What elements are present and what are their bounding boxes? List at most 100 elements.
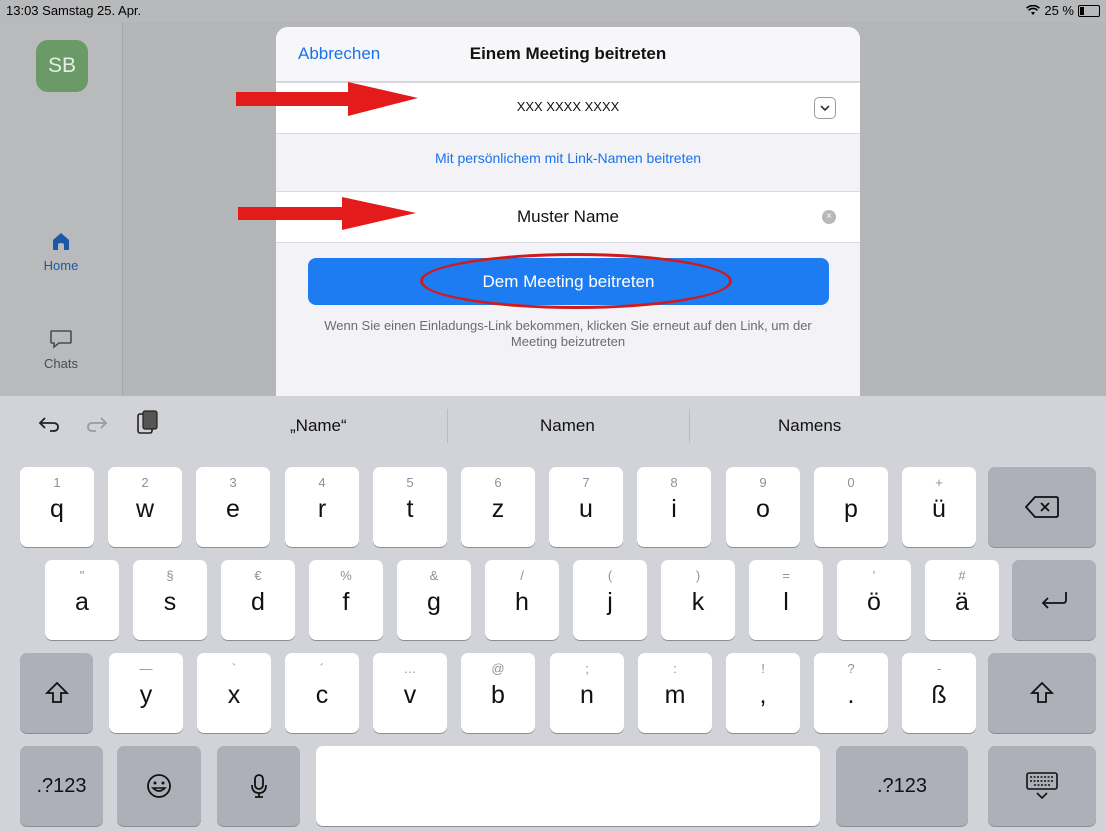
key-primary-label: ö bbox=[867, 588, 881, 616]
status-time-date: 13:03 Samstag 25. Apr. bbox=[6, 3, 142, 18]
sidebar-item-home[interactable]: Home bbox=[0, 230, 122, 273]
keyboard-dismiss-icon bbox=[1026, 772, 1058, 800]
key-row2-2[interactable]: € d bbox=[221, 560, 295, 640]
annotation-arrow-meeting-id bbox=[236, 82, 418, 116]
key-secondary-label: — bbox=[139, 661, 153, 676]
key-row3-6[interactable]: :m bbox=[638, 653, 712, 733]
paste-icon[interactable] bbox=[134, 410, 158, 436]
key-row1-4[interactable]: 5t bbox=[373, 467, 447, 547]
suggestion-divider bbox=[447, 409, 448, 443]
key-row3-7[interactable]: !, bbox=[726, 653, 800, 733]
numbers-key-right[interactable]: .?123 bbox=[836, 746, 968, 826]
key-primary-label: w bbox=[135, 495, 155, 523]
meeting-history-dropdown[interactable] bbox=[814, 97, 836, 119]
key-primary-label: ü bbox=[932, 495, 946, 523]
key-primary-label: ß bbox=[931, 681, 947, 709]
annotation-arrow-name bbox=[238, 197, 416, 230]
key-row3-9[interactable]: -ß bbox=[902, 653, 976, 733]
key-row2-1[interactable]: § s bbox=[133, 560, 207, 640]
key-secondary-label: ´ bbox=[319, 661, 325, 676]
key-row3-0[interactable]: — y bbox=[109, 653, 183, 733]
key-primary-label: o bbox=[756, 495, 770, 523]
key-row2-3[interactable]: % f bbox=[309, 560, 383, 640]
key-primary-label: q bbox=[50, 495, 64, 523]
dialog-title: Einem Meeting beitreten bbox=[469, 44, 667, 63]
key-row3-4[interactable]: @ b bbox=[461, 653, 535, 733]
numbers-key-left[interactable]: .?123 bbox=[20, 746, 103, 826]
key-primary-label: j bbox=[607, 588, 613, 616]
key-secondary-label: 8 bbox=[670, 475, 678, 490]
key-row2-4[interactable]: & g bbox=[397, 560, 471, 640]
key-secondary-label: ( bbox=[607, 568, 613, 583]
key-row2-5[interactable]: / h bbox=[485, 560, 559, 640]
key-row2-8[interactable]: = l bbox=[749, 560, 823, 640]
key-row2-0[interactable]: " a bbox=[45, 560, 119, 640]
space-key[interactable] bbox=[316, 746, 820, 826]
suggestion-1[interactable]: „Name“ bbox=[290, 416, 347, 436]
annotation-ellipse-join bbox=[420, 253, 732, 309]
return-key[interactable] bbox=[1012, 560, 1096, 640]
shift-icon bbox=[44, 681, 69, 703]
home-icon bbox=[53, 233, 69, 250]
key-secondary-label: ) bbox=[695, 568, 701, 583]
key-row3-5[interactable]: ; n bbox=[550, 653, 624, 733]
suggestion-divider bbox=[689, 409, 690, 443]
hide-keyboard-key[interactable] bbox=[988, 746, 1096, 826]
dictation-key[interactable] bbox=[217, 746, 300, 826]
key-primary-label: u bbox=[579, 495, 593, 523]
battery-icon bbox=[1078, 4, 1100, 17]
sidebar-item-chats[interactable]: Chats bbox=[0, 328, 122, 371]
backspace-icon bbox=[1025, 496, 1059, 518]
key-row2-9[interactable]: ’ ö bbox=[837, 560, 911, 640]
key-secondary-label: " bbox=[79, 568, 85, 583]
key-primary-label: c bbox=[315, 681, 329, 709]
avatar[interactable]: SB bbox=[36, 40, 88, 92]
key-row1-7[interactable]: 8i bbox=[637, 467, 711, 547]
key-primary-label: ä bbox=[955, 588, 969, 616]
key-row2-6[interactable]: (j bbox=[573, 560, 647, 640]
key-secondary-label: / bbox=[520, 568, 524, 583]
personal-link-name-link[interactable]: Mit persönlichem mit Link-Namen beitrete… bbox=[276, 150, 860, 166]
key-secondary-label: = bbox=[782, 568, 790, 583]
key-row1-9[interactable]: 0p bbox=[814, 467, 888, 547]
key-primary-label: z bbox=[491, 495, 505, 523]
clear-icon[interactable]: × bbox=[822, 210, 836, 224]
key-primary-label: r bbox=[317, 495, 327, 523]
wifi-icon bbox=[1026, 5, 1041, 15]
key-primary-label: f bbox=[342, 588, 350, 616]
key-row3-8[interactable]: ?. bbox=[814, 653, 888, 733]
key-secondary-label: ’ bbox=[872, 568, 876, 583]
invite-link-hint: Wenn Sie einen Einladungs-Link bekommen,… bbox=[324, 318, 812, 349]
key-row1-2[interactable]: 3e bbox=[196, 467, 270, 547]
emoji-key[interactable] bbox=[117, 746, 201, 826]
key-primary-label: k bbox=[691, 588, 705, 616]
key-row2-7[interactable]: ) k bbox=[661, 560, 735, 640]
key-secondary-label: 6 bbox=[494, 475, 502, 490]
backspace-key[interactable] bbox=[988, 467, 1096, 547]
key-row3-2[interactable]: ´ c bbox=[285, 653, 359, 733]
redo-icon[interactable] bbox=[86, 414, 108, 434]
key-secondary-label: @ bbox=[491, 661, 505, 676]
shift-key-left[interactable] bbox=[20, 653, 93, 733]
key-primary-label: l bbox=[783, 588, 789, 616]
chat-bubble-icon bbox=[50, 330, 72, 349]
key-primary-label: m bbox=[664, 681, 686, 709]
key-row1-6[interactable]: 7u bbox=[549, 467, 623, 547]
key-secondary-label: 1 bbox=[53, 475, 61, 490]
key-row1-3[interactable]: 4r bbox=[285, 467, 359, 547]
key-row1-1[interactable]: 2w bbox=[108, 467, 182, 547]
key-row2-10[interactable]: # ä bbox=[925, 560, 999, 640]
key-secondary-label: + bbox=[935, 475, 943, 490]
chevron-down-icon bbox=[820, 104, 830, 111]
key-row1-0[interactable]: 1q bbox=[20, 467, 94, 547]
key-primary-label: n bbox=[580, 681, 594, 709]
key-row3-3[interactable]: … v bbox=[373, 653, 447, 733]
key-row1-5[interactable]: 6z bbox=[461, 467, 535, 547]
undo-icon[interactable] bbox=[38, 414, 60, 434]
suggestion-2[interactable]: Namen bbox=[540, 416, 595, 436]
shift-key-right[interactable] bbox=[988, 653, 1096, 733]
key-row1-8[interactable]: 9o bbox=[726, 467, 800, 547]
suggestion-3[interactable]: Namens bbox=[778, 416, 841, 436]
key-row1-10[interactable]: + ü bbox=[902, 467, 976, 547]
key-row3-1[interactable]: ` x bbox=[197, 653, 271, 733]
